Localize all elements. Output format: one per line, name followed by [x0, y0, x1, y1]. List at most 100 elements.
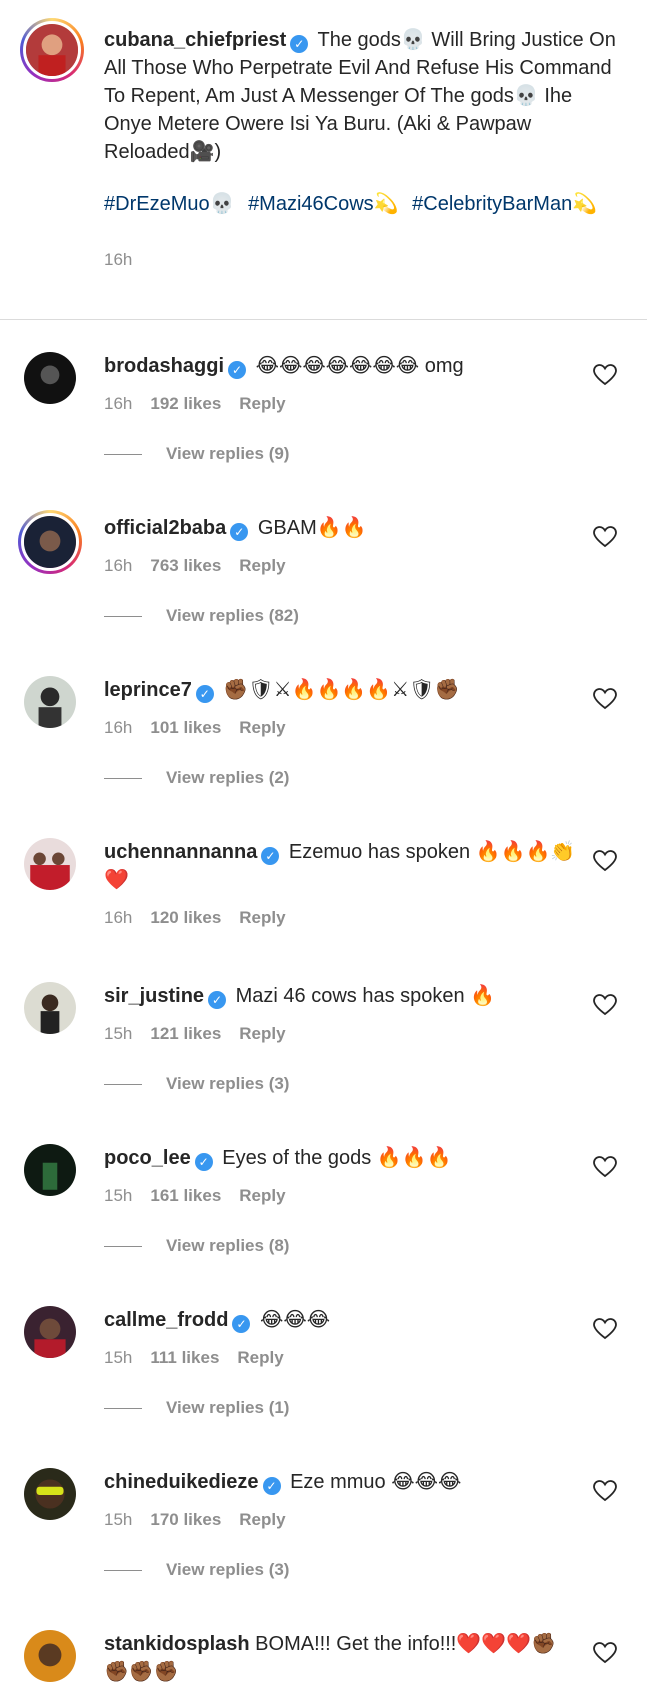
avatar[interactable] [24, 982, 76, 1034]
comment-text: GBAM🔥🔥 [257, 517, 367, 539]
comment-likes[interactable]: 161 likes [150, 1186, 221, 1205]
comment-time: 15h [104, 1186, 133, 1205]
reply-button[interactable]: Reply [239, 556, 285, 575]
like-heart-icon[interactable] [593, 1480, 617, 1502]
comment-time: 16h [104, 718, 133, 737]
hashtag-link[interactable]: #CelebrityBarMan💫 [412, 193, 597, 215]
like-heart-icon[interactable] [593, 1642, 617, 1664]
divider [104, 1407, 142, 1409]
like-heart-icon[interactable] [593, 1318, 617, 1340]
divider [104, 615, 142, 617]
hashtag-link[interactable]: #Mazi46Cows💫 [248, 193, 399, 215]
avatar[interactable] [24, 1630, 76, 1682]
view-replies-label: View replies (2) [166, 768, 290, 787]
comment-text: Eze mmuo 😂😂😂 [290, 1471, 462, 1493]
comment-item: callme_frodd ✓ 😂😂😂 15h 111 likes Reply View… [0, 1306, 647, 1418]
avatar-image-icon [26, 24, 78, 76]
comment-likes[interactable]: 121 likes [150, 1024, 221, 1043]
view-replies-button[interactable]: View replies (8) [104, 1236, 577, 1256]
comment-username[interactable]: sir_justine [104, 985, 204, 1007]
verified-badge-icon: ✓ [232, 1315, 251, 1333]
comment-item: uchennannanna ✓ Ezemuo has spoken 🔥🔥🔥👏❤️ … [0, 838, 647, 928]
reply-button[interactable]: Reply [237, 1348, 283, 1367]
like-heart-icon[interactable] [593, 1156, 617, 1178]
verified-badge-icon: ✓ [290, 35, 309, 53]
verified-badge-icon: ✓ [261, 847, 280, 865]
avatar[interactable] [24, 1468, 76, 1520]
avatar[interactable] [24, 838, 76, 890]
divider [104, 1245, 142, 1247]
post-avatar[interactable] [20, 18, 84, 82]
comment-time: 16h [104, 908, 133, 927]
comment-username[interactable]: official2baba [104, 517, 226, 539]
reply-button[interactable]: Reply [239, 908, 285, 927]
view-replies-button[interactable]: View replies (82) [104, 606, 577, 626]
comment-text: 😂😂😂 [260, 1309, 331, 1331]
avatar[interactable] [18, 510, 82, 574]
avatar[interactable] [24, 1144, 76, 1196]
verified-badge-icon: ✓ [262, 1477, 281, 1495]
comment-likes[interactable]: 111 likes [150, 1348, 219, 1367]
view-replies-label: View replies (82) [166, 606, 299, 625]
like-heart-icon[interactable] [593, 850, 617, 872]
like-heart-icon[interactable] [593, 688, 617, 710]
reply-button[interactable]: Reply [239, 1510, 285, 1529]
comment-time: 16h [104, 556, 133, 575]
divider [104, 453, 142, 455]
view-replies-button[interactable]: View replies (9) [104, 444, 577, 464]
reply-button[interactable]: Reply [239, 718, 285, 737]
comment-item: poco_lee ✓ Eyes of the gods 🔥🔥🔥 15h 161 li… [0, 1144, 647, 1256]
verified-badge-icon: ✓ [195, 685, 214, 703]
reply-button[interactable]: Reply [239, 1186, 285, 1205]
comment-item: stankidosplash BOMA!!! Get the info!!!❤️… [0, 1630, 647, 1686]
hashtag-link[interactable]: #DrEzeMuo💀 [104, 193, 235, 215]
comment-text: 😂😂😂😂😂😂😂 omg [255, 355, 464, 377]
comment-time: 15h [104, 1024, 133, 1043]
comment-text: Eyes of the gods 🔥🔥🔥 [222, 1147, 452, 1169]
post-time: 16h [104, 250, 133, 269]
comment-likes[interactable]: 763 likes [150, 556, 221, 575]
comment-time: 16h [104, 394, 133, 413]
comment-likes[interactable]: 101 likes [150, 718, 221, 737]
like-heart-icon[interactable] [593, 364, 617, 386]
divider [104, 1083, 142, 1085]
comment-likes[interactable]: 192 likes [150, 394, 221, 413]
verified-badge-icon: ✓ [230, 523, 249, 541]
comment-item: sir_justine ✓ Mazi 46 cows has spoken 🔥 1… [0, 982, 647, 1094]
comment-likes[interactable]: 170 likes [150, 1510, 221, 1529]
reply-button[interactable]: Reply [239, 394, 285, 413]
verified-badge-icon: ✓ [194, 1153, 213, 1171]
comment-username[interactable]: brodashaggi [104, 355, 224, 377]
comment-username[interactable]: chineduikedieze [104, 1471, 259, 1493]
comment-username[interactable]: poco_lee [104, 1147, 191, 1169]
view-replies-button[interactable]: View replies (3) [104, 1074, 577, 1094]
divider [104, 1569, 142, 1571]
comment-text: ✊🏾🛡⚔🔥🔥🔥🔥⚔🛡✊🏾 [223, 679, 460, 701]
avatar[interactable] [24, 352, 76, 404]
comment-username[interactable]: leprince7 [104, 679, 192, 701]
comment-item: leprince7 ✓ ✊🏾🛡⚔🔥🔥🔥🔥⚔🛡✊🏾 16h 101 likes Repl… [0, 676, 647, 788]
divider [104, 777, 142, 779]
like-heart-icon[interactable] [593, 526, 617, 548]
comment-username[interactable]: stankidosplash [104, 1633, 250, 1655]
view-replies-button[interactable]: View replies (3) [104, 1560, 577, 1580]
view-replies-label: View replies (8) [166, 1236, 290, 1255]
post-username[interactable]: cubana_chiefpriest [104, 29, 286, 51]
post-caption: cubana_chiefpriest ✓ The gods💀 Will Bring… [0, 0, 647, 320]
comment-likes[interactable]: 120 likes [150, 908, 221, 927]
avatar[interactable] [24, 1306, 76, 1358]
view-replies-label: View replies (1) [166, 1398, 290, 1417]
view-replies-label: View replies (3) [166, 1560, 290, 1579]
view-replies-button[interactable]: View replies (2) [104, 768, 577, 788]
verified-badge-icon: ✓ [208, 991, 227, 1009]
post-hashtags: #DrEzeMuo💀 #Mazi46Cows💫 #CelebrityBarMan… [104, 190, 617, 218]
view-replies-label: View replies (3) [166, 1074, 290, 1093]
comment-username[interactable]: uchennannanna [104, 841, 257, 863]
reply-button[interactable]: Reply [239, 1024, 285, 1043]
like-heart-icon[interactable] [593, 994, 617, 1016]
comment-item: official2baba ✓ GBAM🔥🔥 16h 763 likes Reply … [0, 510, 647, 626]
comment-username[interactable]: callme_frodd [104, 1309, 228, 1331]
verified-badge-icon: ✓ [228, 361, 247, 379]
avatar[interactable] [24, 676, 76, 728]
view-replies-button[interactable]: View replies (1) [104, 1398, 577, 1418]
